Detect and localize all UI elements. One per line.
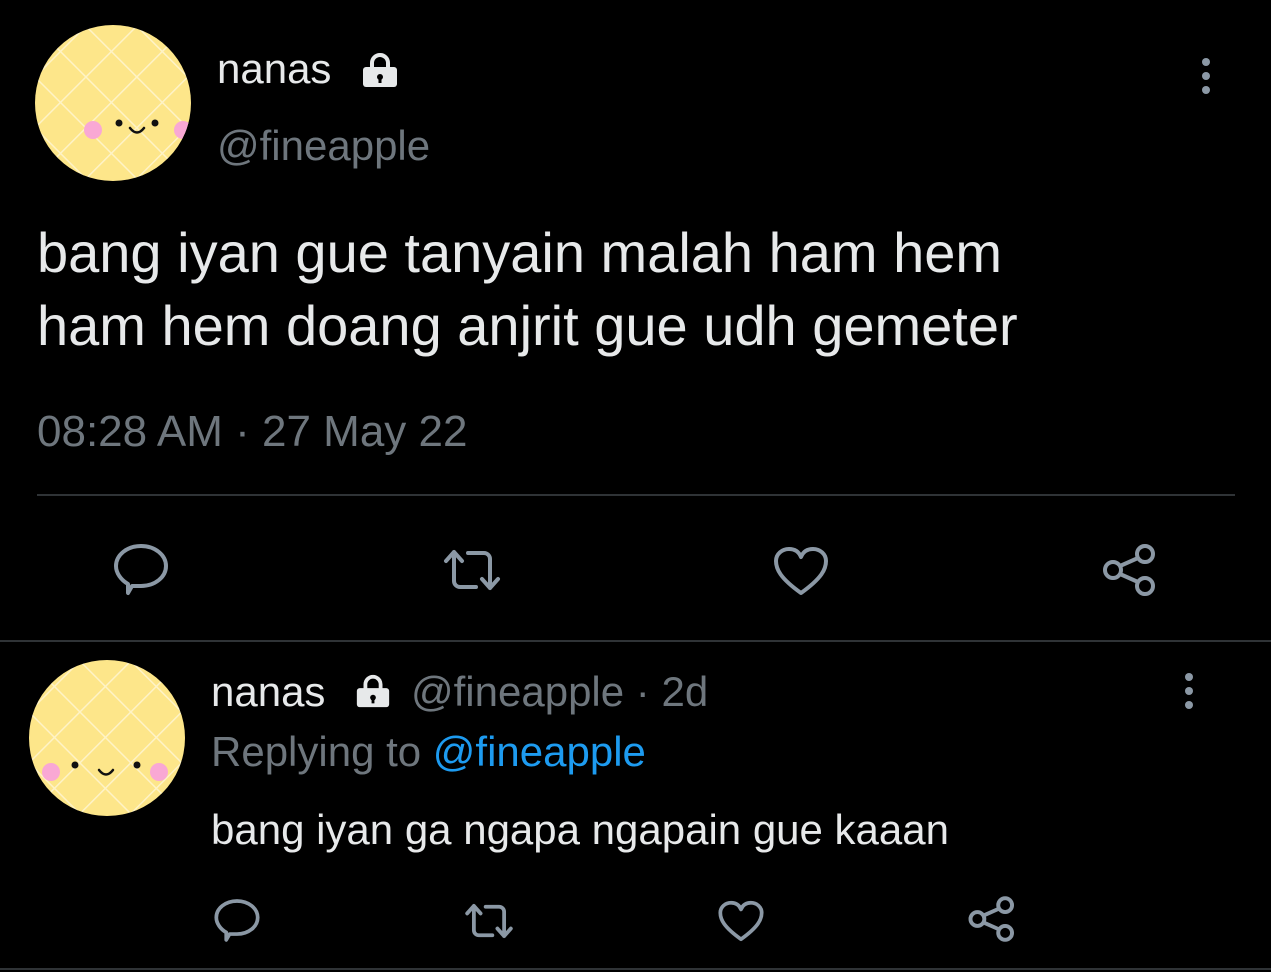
retweet-icon[interactable] xyxy=(440,545,504,595)
share-icon[interactable] xyxy=(967,893,1019,945)
divider xyxy=(0,968,1271,970)
lock-icon xyxy=(354,672,392,710)
reply-meta: @fineapple · 2d xyxy=(411,667,708,717)
timestamp[interactable]: 08:28 AM · 27 May 22 xyxy=(37,406,467,458)
handle[interactable]: @fineapple xyxy=(217,121,430,171)
replying-to: Replying to @fineapple xyxy=(211,727,646,777)
reply-age[interactable]: 2d xyxy=(661,668,708,715)
reply-handle[interactable]: @fineapple xyxy=(411,668,624,715)
avatar[interactable] xyxy=(29,660,185,816)
divider xyxy=(37,494,1235,496)
reply-icon[interactable] xyxy=(213,897,261,943)
tweet-text-line-1: bang iyan gue tanyain malah ham hem xyxy=(37,221,1003,284)
replying-handle-link[interactable]: @fineapple xyxy=(433,728,646,775)
separator: · xyxy=(635,668,650,715)
avatar[interactable] xyxy=(35,25,191,181)
display-name[interactable]: nanas xyxy=(217,44,331,94)
like-icon[interactable] xyxy=(717,899,765,943)
more-icon[interactable] xyxy=(1185,673,1193,709)
share-icon[interactable] xyxy=(1101,540,1161,600)
reply-icon[interactable] xyxy=(112,542,170,596)
retweet-icon[interactable] xyxy=(462,900,516,942)
replying-prefix: Replying to xyxy=(211,728,422,775)
reply-text: bang iyan ga ngapa ngapain gue kaaan xyxy=(211,806,949,853)
divider xyxy=(0,640,1271,642)
more-icon[interactable] xyxy=(1202,58,1210,94)
lock-icon xyxy=(360,50,400,90)
reply-display-name[interactable]: nanas xyxy=(211,667,325,717)
tweet-text-line-2: ham hem doang anjrit gue udh gemeter xyxy=(37,294,1018,357)
like-icon[interactable] xyxy=(772,545,830,597)
